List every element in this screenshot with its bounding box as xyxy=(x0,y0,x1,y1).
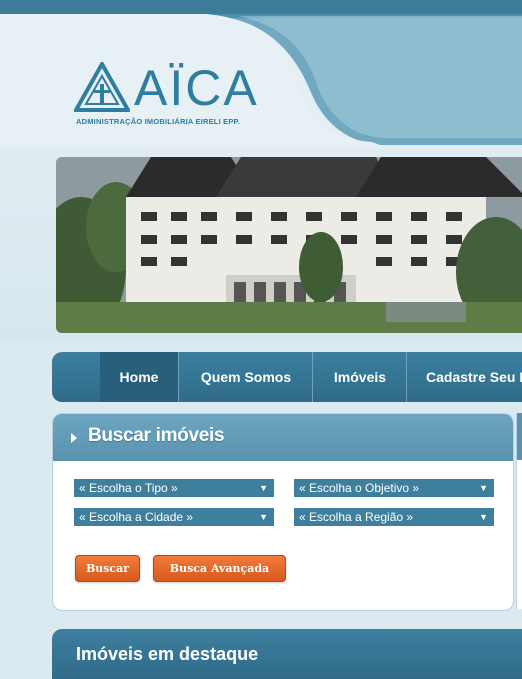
featured-title: Imóveis em destaque xyxy=(76,644,259,664)
caret-right-icon xyxy=(71,433,77,443)
search-title: Buscar imóveis xyxy=(88,425,225,446)
select-tipo-value: « Escolha o Tipo » xyxy=(79,481,178,495)
search-button[interactable]: Buscar xyxy=(75,555,140,582)
select-objetivo[interactable]: « Escolha o Objetivo » ▼ xyxy=(294,479,494,497)
side-panel-header xyxy=(517,413,522,460)
advanced-search-button[interactable]: Busca Avançada xyxy=(153,555,286,582)
nav-item-home[interactable]: Home xyxy=(100,352,179,402)
select-regiao[interactable]: « Escolha a Região » ▼ xyxy=(294,508,494,526)
logo-wordmark: AÏCA xyxy=(134,60,259,116)
dropdown-arrow-icon: ▼ xyxy=(479,512,488,522)
select-tipo[interactable]: « Escolha o Tipo » ▼ xyxy=(74,479,274,497)
select-regiao-value: « Escolha a Região » xyxy=(299,510,414,524)
search-panel: Buscar imóveis « Escolha o Tipo » ▼ « Es… xyxy=(52,413,514,611)
dropdown-arrow-icon: ▼ xyxy=(479,483,488,493)
search-panel-header: Buscar imóveis xyxy=(53,414,513,461)
featured-properties-header: Imóveis em destaque xyxy=(52,629,522,679)
company-logo[interactable]: AÏCA ADMINISTRAÇÃO IMOBILIÁRIA EIRELI EP… xyxy=(74,60,274,132)
banner-illustration xyxy=(56,157,522,333)
nav-item-cadastre[interactable]: Cadastre Seu I xyxy=(408,352,522,402)
select-cidade[interactable]: « Escolha a Cidade » ▼ xyxy=(74,508,274,526)
select-cidade-value: « Escolha a Cidade » xyxy=(79,510,194,524)
logo-subtitle: ADMINISTRAÇÃO IMOBILIÁRIA EIRELI EPP. xyxy=(76,117,241,126)
nav-item-quem-somos[interactable]: Quem Somos xyxy=(180,352,313,402)
logo-triangle-icon xyxy=(74,62,130,112)
nav-item-imoveis[interactable]: Imóveis xyxy=(314,352,407,402)
main-navigation: Home Quem Somos Imóveis Cadastre Seu I xyxy=(52,352,522,402)
dropdown-arrow-icon: ▼ xyxy=(259,512,268,522)
select-objetivo-value: « Escolha o Objetivo » xyxy=(299,481,420,495)
dropdown-arrow-icon: ▼ xyxy=(259,483,268,493)
hotel-banner-image xyxy=(56,157,522,333)
side-panel-edge xyxy=(516,413,522,609)
